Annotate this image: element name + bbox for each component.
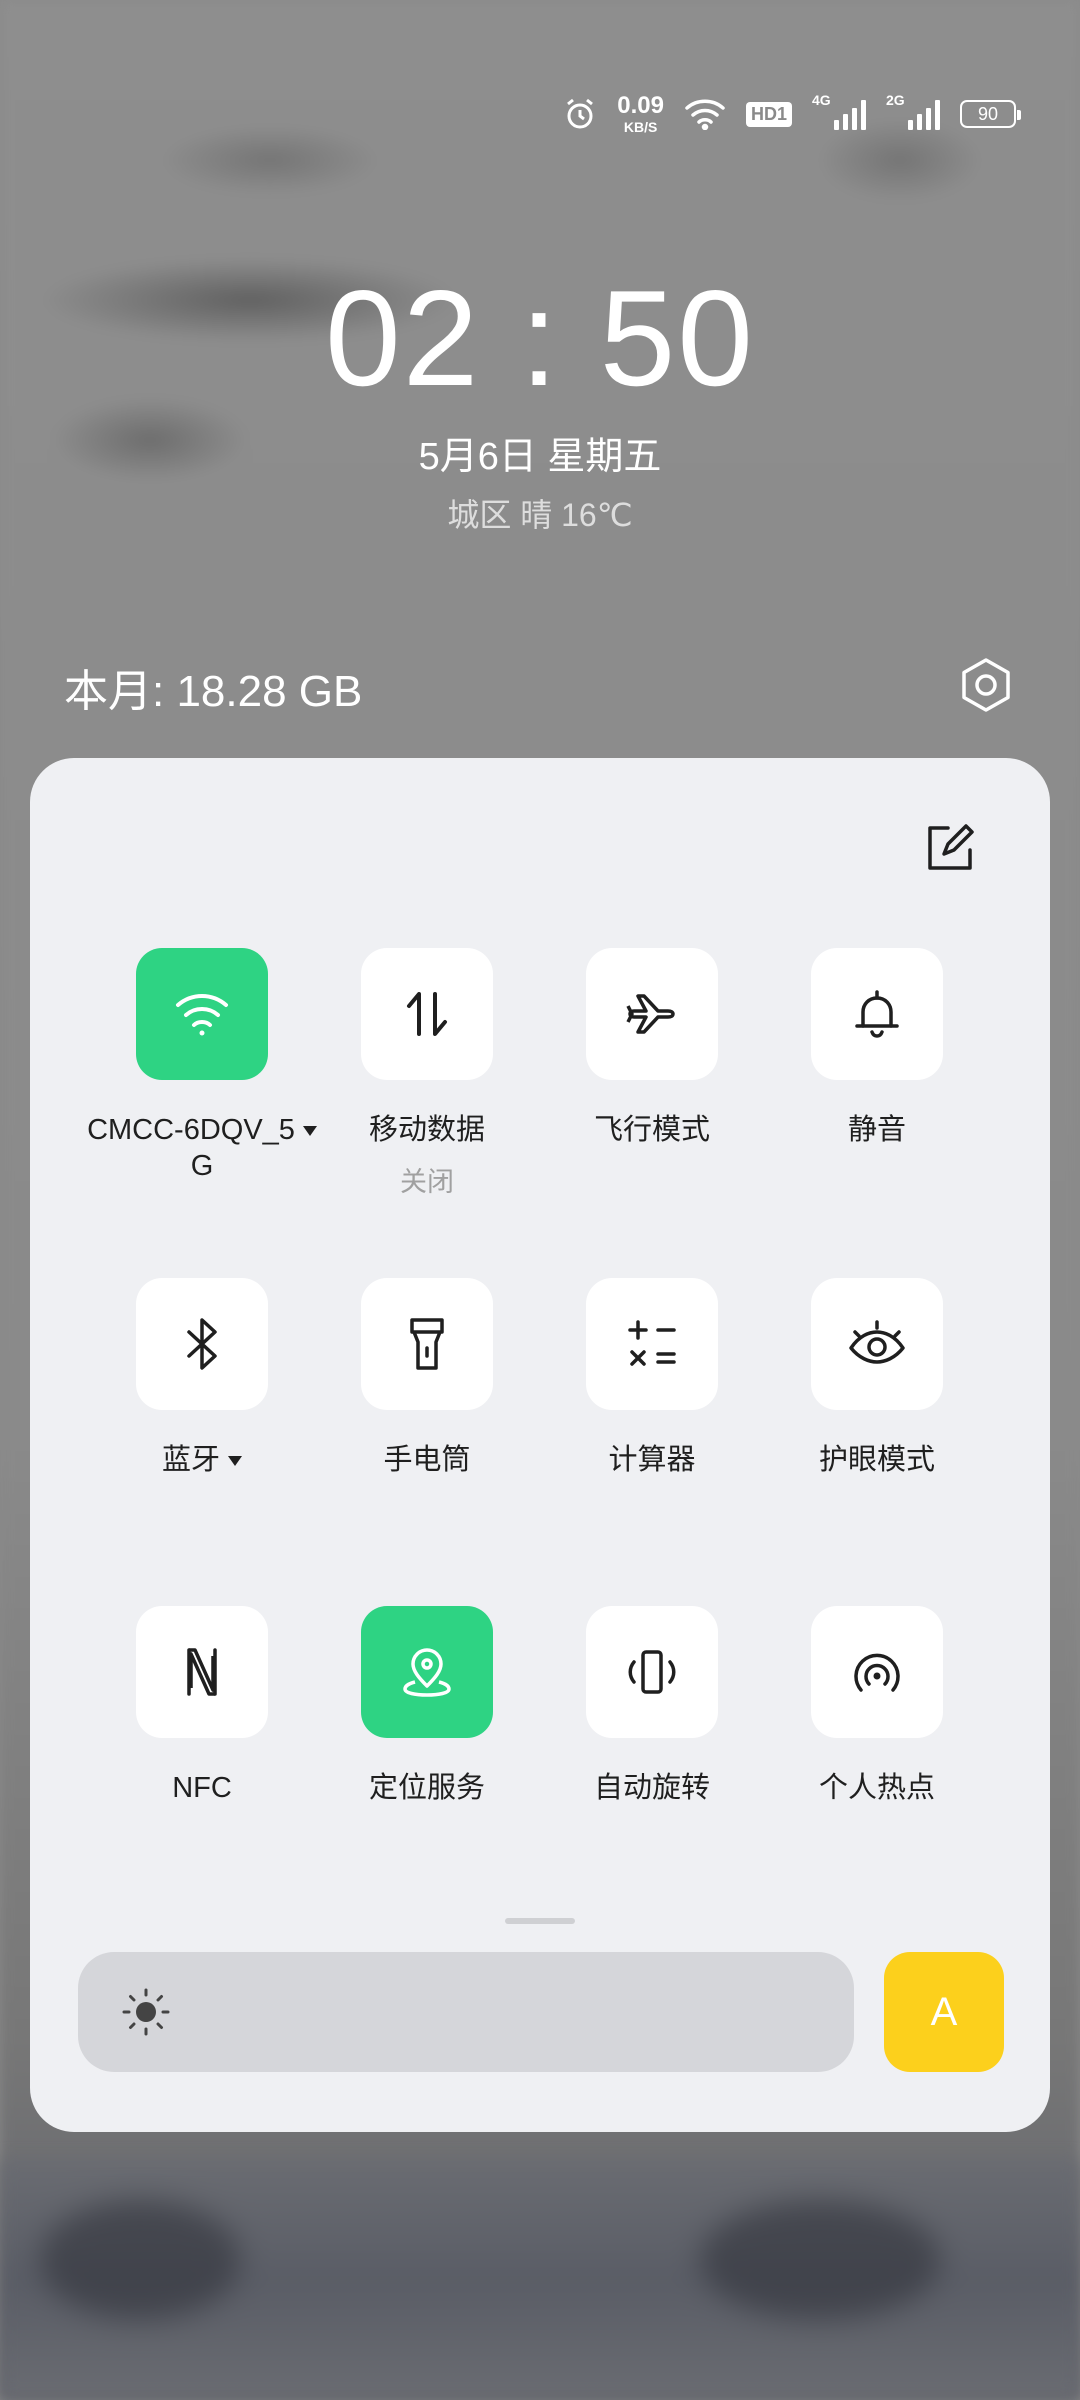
data-usage[interactable]: 本月: 18.28 GB xyxy=(64,655,362,719)
wifi-icon xyxy=(176,994,228,1036)
wifi-ssid-line1: CMCC-6DQV_5 xyxy=(87,1114,295,1146)
wifi-ssid-line2: G xyxy=(190,1150,214,1182)
tile-calculator-label: 计算器 xyxy=(608,1444,696,1476)
tile-eye-comfort-label: 护眼模式 xyxy=(818,1444,935,1476)
quick-settings-panel: CMCC-6DQV_5 G 移动数据 关闭 飞行模式 静音 蓝牙 手电筒 计算器… xyxy=(30,758,1050,2132)
tile-location[interactable] xyxy=(361,1606,493,1738)
tile-airplane-mode[interactable] xyxy=(586,948,718,1080)
tile-flashlight[interactable] xyxy=(361,1278,493,1410)
tile-wifi[interactable] xyxy=(136,948,268,1080)
blurred-background-bottom xyxy=(0,2160,1080,2400)
brightness-slider[interactable] xyxy=(78,1952,854,2072)
tile-nfc-label: NFC xyxy=(172,1772,232,1804)
tile-nfc[interactable] xyxy=(136,1606,268,1738)
sim2-signal-icon: 2G xyxy=(886,92,940,130)
tile-mobile-data[interactable] xyxy=(361,948,493,1080)
tile-mute-label: 静音 xyxy=(847,1114,906,1146)
settings-gear-icon[interactable] xyxy=(956,655,1016,715)
airplane-icon xyxy=(626,994,675,1034)
alarm-icon xyxy=(563,97,597,131)
hd-badge: HD1 xyxy=(745,101,792,127)
clock: 02 : 50 xyxy=(325,262,755,414)
tile-wifi-label: CMCC-6DQV_5 G xyxy=(82,1112,322,1184)
tile-eye-comfort[interactable] xyxy=(811,1278,943,1410)
calculator-icon xyxy=(628,1320,676,1366)
tile-mobile-data-status: 关闭 xyxy=(400,1167,454,1197)
bluetooth-icon xyxy=(187,1318,217,1370)
auto-brightness-label: A xyxy=(930,1989,958,2034)
nfc-icon xyxy=(187,1648,217,1696)
location-icon xyxy=(403,1648,451,1697)
sim2-type: 2G xyxy=(886,92,905,108)
tile-airplane-mode-label: 飞行模式 xyxy=(593,1114,710,1146)
tile-mobile-data-label: 移动数据 xyxy=(368,1114,485,1146)
brightness-sun-icon xyxy=(122,1988,170,2036)
sim1-signal-icon: 4G xyxy=(812,92,866,130)
mobile-data-icon xyxy=(407,992,447,1036)
bluetooth-dropdown-caret[interactable] xyxy=(228,1456,242,1467)
status-bar: 0.09 KB/S HD1 4G 2G 90 xyxy=(563,90,1021,138)
auto-rotate-icon xyxy=(628,1650,676,1694)
flashlight-icon xyxy=(410,1318,444,1370)
auto-brightness-button[interactable]: A xyxy=(884,1952,1004,2072)
bluetooth-label-text: 蓝牙 xyxy=(161,1444,220,1476)
tile-auto-rotate[interactable] xyxy=(586,1606,718,1738)
edit-icon[interactable] xyxy=(920,818,980,878)
hotspot-icon xyxy=(854,1653,900,1692)
tile-bluetooth[interactable] xyxy=(136,1278,268,1410)
eye-icon xyxy=(849,1320,905,1364)
network-speed-value: 0.09 xyxy=(617,92,664,119)
network-speed-unit: KB/S xyxy=(623,119,658,135)
tile-location-label: 定位服务 xyxy=(368,1772,485,1804)
tile-mute[interactable] xyxy=(811,948,943,1080)
tile-flashlight-label: 手电筒 xyxy=(383,1444,471,1476)
panel-drag-handle[interactable] xyxy=(505,1918,575,1924)
tile-hotspot[interactable] xyxy=(811,1606,943,1738)
tile-auto-rotate-label: 自动旋转 xyxy=(593,1772,710,1804)
network-speed: 0.09 KB/S xyxy=(617,92,664,135)
bell-icon xyxy=(855,990,899,1038)
tile-hotspot-label: 个人热点 xyxy=(818,1772,935,1804)
wifi-status-icon xyxy=(684,98,726,130)
battery-indicator: 90 xyxy=(960,100,1021,128)
sim1-type: 4G xyxy=(812,92,831,108)
date: 5月6日 星期五 xyxy=(418,436,662,478)
tile-calculator[interactable] xyxy=(586,1278,718,1410)
battery-level: 90 xyxy=(977,103,999,124)
weather: 城区 晴 16℃ xyxy=(447,497,633,533)
tile-bluetooth-label: 蓝牙 xyxy=(82,1442,322,1478)
